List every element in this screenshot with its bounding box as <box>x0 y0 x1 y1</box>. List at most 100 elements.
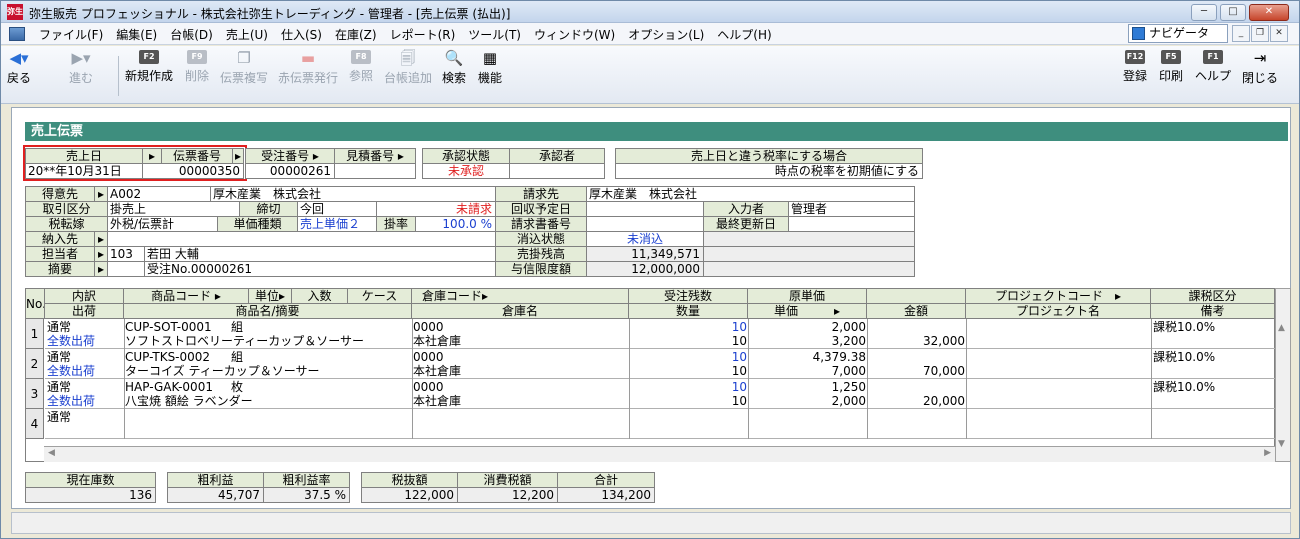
customer-code-field[interactable]: A002 <box>107 186 211 202</box>
menu-purchase[interactable]: 仕入(S) <box>281 26 322 43</box>
row-unit[interactable]: 枚 <box>231 380 243 394</box>
delete-button[interactable]: F9 削除 <box>185 50 209 84</box>
row-detail[interactable]: 通常 <box>47 410 71 424</box>
person-code-field[interactable]: 103 <box>107 246 145 262</box>
forward-button[interactable]: ▶▾ 進む <box>69 50 93 86</box>
row-item-code[interactable]: CUP-TKS-0002 <box>125 350 210 364</box>
memo-field[interactable]: 受注No.00000261 <box>144 261 496 277</box>
col-project-code-header[interactable]: プロジェクトコード ▸ <box>966 289 1151 304</box>
mdi-restore-button[interactable]: ❐ <box>1251 25 1269 42</box>
order-no-field[interactable]: 00000261 <box>245 163 335 179</box>
row-number[interactable]: 4 <box>26 409 44 439</box>
row-unit[interactable]: 組 <box>231 350 243 364</box>
vertical-scrollbar[interactable]: ▲ ▼ <box>1275 288 1291 462</box>
row-qty[interactable]: 10 <box>629 394 747 408</box>
table-row[interactable] <box>45 409 1275 439</box>
row-item-code[interactable]: HAP-GAK-0001 <box>125 380 213 394</box>
save-button[interactable]: F12 登録 <box>1123 50 1147 84</box>
row-wh-name[interactable]: 本社倉庫 <box>413 334 461 348</box>
print-button[interactable]: F5 印刷 <box>1159 50 1183 84</box>
row-wh-name[interactable]: 本社倉庫 <box>413 394 461 408</box>
menu-window[interactable]: ウィンドウ(W) <box>534 26 615 43</box>
memo-arrow-icon[interactable]: ▸ <box>94 261 108 277</box>
row-wh-code[interactable]: 0000 <box>413 320 444 334</box>
row-tax-type[interactable]: 課税10.0% <box>1153 320 1215 334</box>
menu-file[interactable]: ファイル(F) <box>39 26 103 43</box>
col-price-header[interactable]: 単価 ▸ <box>748 304 867 319</box>
menu-sales[interactable]: 売上(U) <box>226 26 268 43</box>
row-amount[interactable]: 32,000 <box>867 334 965 348</box>
menu-help[interactable]: ヘルプ(H) <box>717 26 771 43</box>
row-qty[interactable]: 10 <box>629 334 747 348</box>
scroll-up-icon[interactable]: ▲ <box>1278 323 1285 333</box>
function-button[interactable]: ▦ 機能 <box>478 50 502 86</box>
deal-type-field[interactable]: 掛売上 <box>107 201 240 217</box>
tax-transfer-field[interactable]: 外税/伝票計 <box>107 216 218 232</box>
row-wh-code[interactable]: 0000 <box>413 380 444 394</box>
mdi-close-button[interactable]: ✕ <box>1270 25 1288 42</box>
row-ship[interactable]: 全数出荷 <box>47 334 95 348</box>
scroll-down-icon[interactable]: ▼ <box>1278 439 1285 449</box>
row-amount[interactable]: 20,000 <box>867 394 965 408</box>
row-cost[interactable]: 1,250 <box>748 380 866 394</box>
search-button[interactable]: 🔍 検索 <box>442 50 466 86</box>
red-slip-button[interactable]: ▬ 赤伝票発行 <box>278 50 338 86</box>
reference-button[interactable]: F8 参照 <box>349 50 373 84</box>
row-item-name[interactable]: ソフトストロベリーティーカップ＆ソーサー <box>125 334 412 348</box>
menu-ledger[interactable]: 台帳(D) <box>170 26 213 43</box>
back-button[interactable]: ◀▾ 戻る <box>7 50 31 86</box>
row-wh-name[interactable]: 本社倉庫 <box>413 364 461 378</box>
row-cost[interactable]: 2,000 <box>748 320 866 334</box>
navigator-button[interactable]: ナビゲータ <box>1128 24 1228 43</box>
new-button[interactable]: F2 新規作成 <box>125 50 173 84</box>
col-item-code-header[interactable]: 商品コード ▸ <box>124 289 249 304</box>
row-qty[interactable]: 10 <box>629 364 747 378</box>
person-name-field[interactable]: 若田 大輔 <box>144 246 496 262</box>
row-tax-type[interactable]: 課税10.0% <box>1153 350 1215 364</box>
row-item-code[interactable]: CUP-SOT-0001 <box>125 320 212 334</box>
maximize-button[interactable]: □ <box>1220 4 1246 21</box>
row-price[interactable]: 7,000 <box>748 364 866 378</box>
delivery-arrow-icon[interactable]: ▸ <box>94 231 108 247</box>
row-price[interactable]: 2,000 <box>748 394 866 408</box>
price-type-field[interactable]: 売上単価２ <box>297 216 377 232</box>
menu-options[interactable]: オプション(L) <box>628 26 704 43</box>
scroll-left-icon[interactable]: ◀ <box>48 448 55 458</box>
menu-edit[interactable]: 編集(E) <box>116 26 157 43</box>
row-ship[interactable]: 全数出荷 <box>47 364 95 378</box>
close-button[interactable]: ✕ <box>1249 4 1289 21</box>
menu-tools[interactable]: ツール(T) <box>468 26 521 43</box>
row-item-name[interactable]: ターコイズ ティーカップ＆ソーサー <box>125 364 412 378</box>
row-cost[interactable]: 4,379.38 <box>748 350 866 364</box>
row-detail[interactable]: 通常 <box>47 350 71 364</box>
row-tax-type[interactable]: 課税10.0% <box>1153 380 1215 394</box>
copy-slip-button[interactable]: ❐ 伝票複写 <box>220 50 268 86</box>
scroll-right-icon[interactable]: ▶ <box>1264 448 1271 458</box>
menu-report[interactable]: レポート(R) <box>390 26 456 43</box>
row-number[interactable]: 3 <box>26 379 44 409</box>
cutoff-field[interactable]: 今回 <box>297 201 377 217</box>
row-wh-code[interactable]: 0000 <box>413 350 444 364</box>
order-no-label[interactable]: 受注番号 ▸ <box>245 148 335 164</box>
person-arrow-icon[interactable]: ▸ <box>94 246 108 262</box>
mdi-minimize-button[interactable]: _ <box>1232 25 1250 42</box>
memo-code-field[interactable] <box>107 261 145 277</box>
row-number[interactable]: 1 <box>26 319 44 349</box>
row-ship[interactable]: 全数出荷 <box>47 394 95 408</box>
estimate-no-field[interactable] <box>334 163 416 179</box>
row-item-name[interactable]: 八宝焼 額絵 ラベンダー <box>125 394 412 408</box>
row-detail[interactable]: 通常 <box>47 380 71 394</box>
menu-stock[interactable]: 在庫(Z) <box>335 26 377 43</box>
customer-arrow-icon[interactable]: ▸ <box>94 186 108 202</box>
row-amount[interactable]: 70,000 <box>867 364 965 378</box>
horizontal-scrollbar[interactable]: ◀ ▶ <box>44 446 1275 462</box>
close-form-button[interactable]: ⇥ 閉じる <box>1242 50 1278 86</box>
row-number[interactable]: 2 <box>26 349 44 379</box>
row-unit[interactable]: 組 <box>231 320 243 334</box>
row-price[interactable]: 3,200 <box>748 334 866 348</box>
collection-field[interactable] <box>586 201 704 217</box>
customer-name-field[interactable]: 厚木産業 株式会社 <box>210 186 496 202</box>
help-button[interactable]: F1 ヘルプ <box>1195 50 1231 84</box>
estimate-no-label[interactable]: 見積番号 ▸ <box>334 148 416 164</box>
delivery-field[interactable] <box>107 231 496 247</box>
